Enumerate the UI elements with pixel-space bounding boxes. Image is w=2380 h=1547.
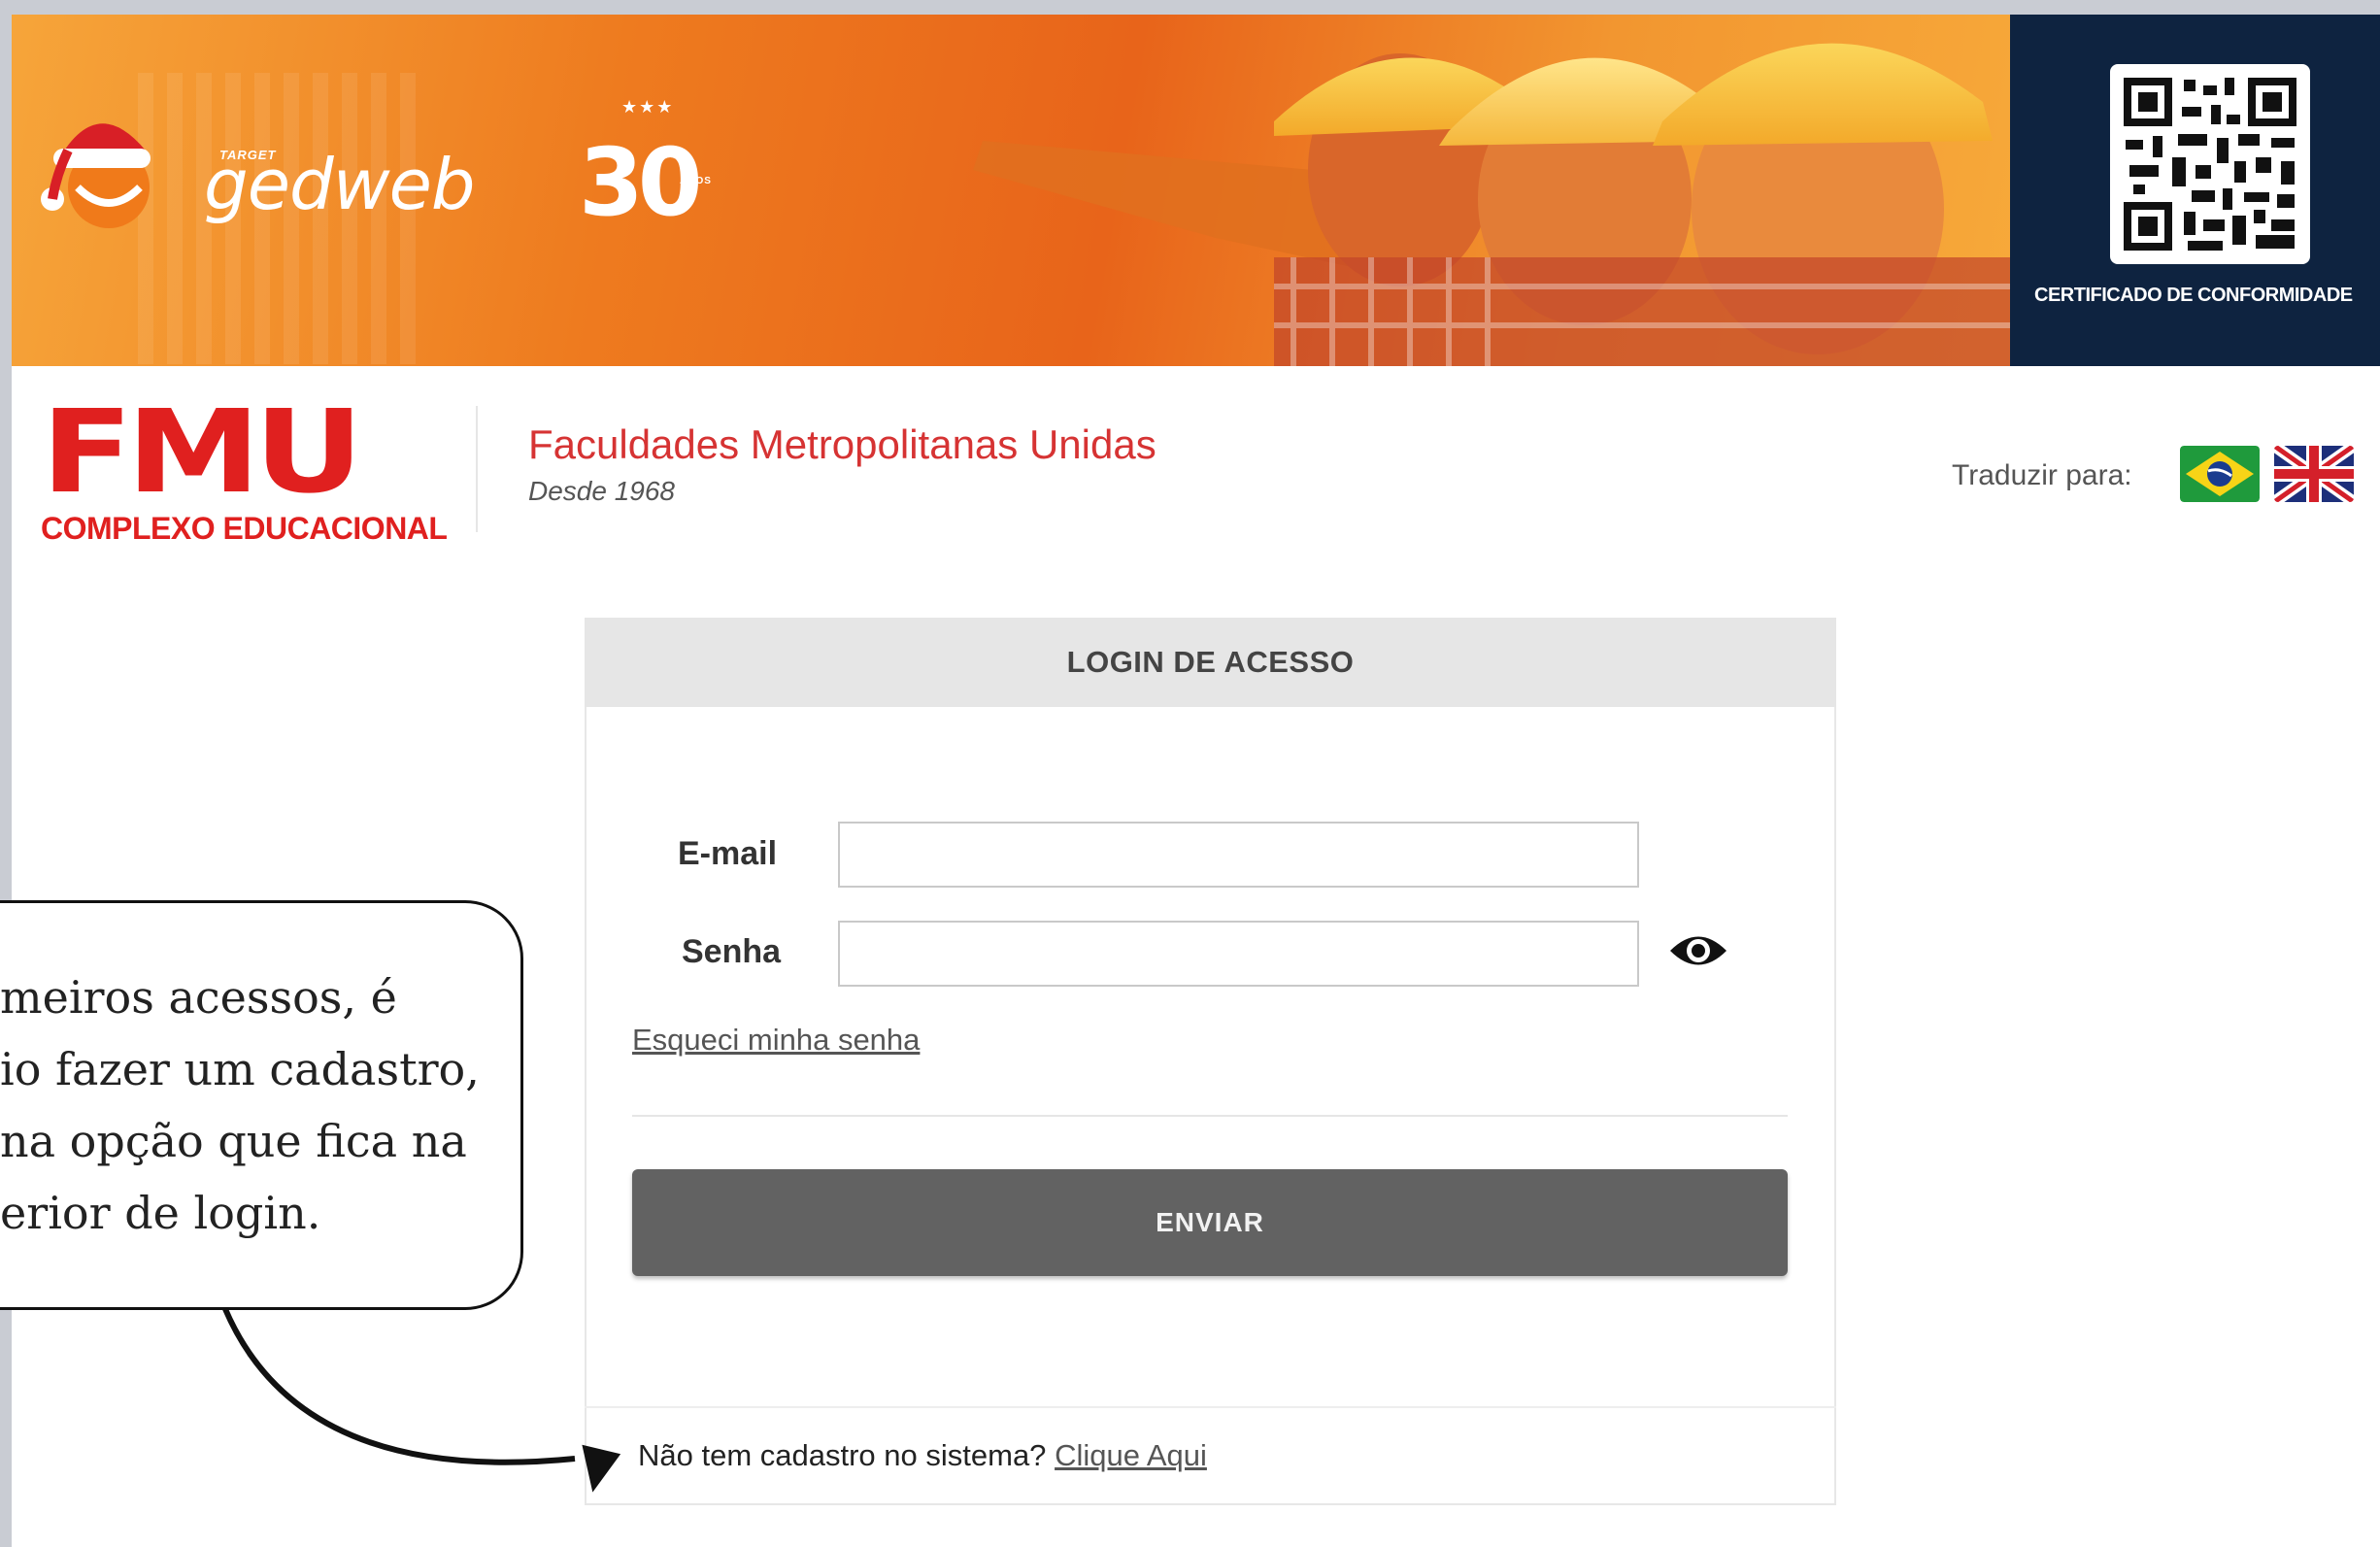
callout-line: io fazer um cadastro, (0, 1043, 480, 1095)
login-title: LOGIN DE ACESSO (1066, 645, 1355, 679)
email-input[interactable] (838, 822, 1639, 888)
institution-since: Desde 1968 (528, 476, 676, 506)
callout-text: meiros acessos, é io fazer um cadastro, … (0, 961, 505, 1249)
password-input[interactable] (838, 921, 1639, 987)
fmu-logo: FMU (41, 385, 364, 519)
register-prompt-row: Não tem cadastro no sistema? Clique Aqui (638, 1438, 1207, 1473)
brazil-flag-icon[interactable] (2180, 446, 2260, 502)
password-label: Senha (682, 933, 782, 970)
fmu-logo-subtitle: COMPLEXO EDUCACIONAL (41, 511, 448, 546)
translate-label: Traduzir para: (1952, 459, 2132, 491)
callout-line: na opção que fica na (0, 1115, 467, 1167)
forgot-password-link[interactable]: Esqueci minha senha (632, 1023, 920, 1058)
card-footer-divider (585, 1406, 1836, 1408)
show-password-eye-icon[interactable] (1666, 928, 1730, 973)
callout-line: meiros acessos, é (0, 971, 397, 1024)
header-divider (476, 406, 478, 532)
qr-code-icon[interactable] (2110, 64, 2310, 264)
anniversary-suffix: ANOS (680, 176, 712, 186)
email-label: E-mail (678, 835, 778, 872)
page: TARGET gedweb ★★★ 30 ANOS CERTIFICADO DE… (0, 0, 2380, 1547)
anniversary-stars: ★★★ (621, 97, 675, 117)
uk-flag-icon[interactable] (2274, 446, 2354, 502)
callout-line: erior de login. (0, 1187, 321, 1239)
register-link[interactable]: Clique Aqui (1055, 1438, 1207, 1472)
submit-button[interactable]: ENVIAR (632, 1169, 1788, 1276)
form-divider (632, 1115, 1788, 1117)
brand-name: gedweb (204, 144, 476, 225)
register-prompt: Não tem cadastro no sistema? (638, 1438, 1047, 1472)
santa-hat-logo-icon (41, 123, 151, 228)
login-card (585, 618, 1836, 1505)
certificate-label: CERTIFICADO DE CONFORMIDADE (2034, 285, 2353, 306)
institution-name: Faculdades Metropolitanas Unidas (528, 421, 1156, 467)
